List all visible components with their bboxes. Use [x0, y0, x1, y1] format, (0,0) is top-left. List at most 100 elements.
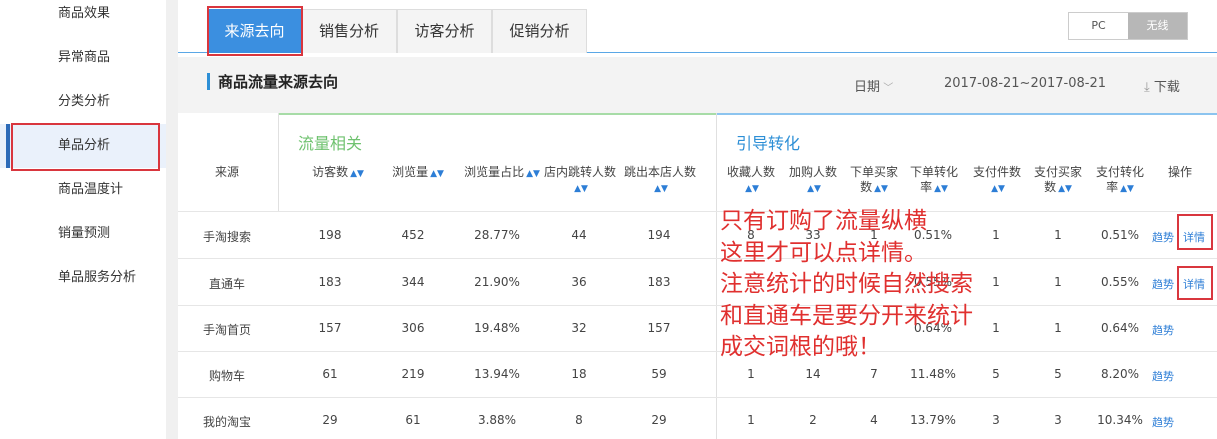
cell-pv: 219: [401, 367, 425, 381]
section-title: 商品流量来源去向: [218, 73, 339, 91]
divider: [716, 113, 717, 439]
tab-bar: 来源去向 销售分析 访客分析 促销分析 PC 无线: [178, 0, 1217, 53]
cell-source: 购物车: [208, 369, 245, 383]
header-exit[interactable]: 跳出本店人数 ▲▼: [620, 165, 700, 197]
annotation-note: 只有订购了流量纵横 这里才可以点详情。 注意统计的时候自然搜索 和直通车是要分开…: [720, 206, 1050, 364]
cell-pv-share: 3.88%: [477, 413, 517, 427]
trend-link[interactable]: 趋势: [1150, 229, 1176, 245]
header-pay-items[interactable]: 支付件数 ▲▼: [968, 165, 1026, 197]
sort-icon: ▲▼: [745, 184, 759, 194]
sidebar: 商品效果 异常商品 分类分析 单品分析 商品温度计 销量预测 单品服务分析: [0, 0, 166, 439]
trend-link[interactable]: 趋势: [1150, 414, 1176, 430]
header-pay-buyers[interactable]: 支付买家数 ▲▼: [1030, 165, 1086, 197]
sort-icon: ▲▼: [1058, 184, 1072, 194]
cell-jump: 36: [571, 275, 587, 289]
header-order-rate[interactable]: 下单转化率 ▲▼: [906, 165, 962, 197]
cell-pay-items: 3: [992, 413, 1000, 427]
cell-pv: 452: [401, 228, 425, 242]
row-divider: [178, 258, 1217, 259]
sort-icon: ▲▼: [430, 169, 444, 179]
cell-cart: 2: [809, 413, 817, 427]
annotation-line: 成交词根的哦！: [720, 334, 881, 360]
cell-pv-share: 13.94%: [474, 367, 520, 381]
cell-order-rate: 13.79%: [910, 413, 956, 427]
cell-orders: 7: [870, 367, 878, 381]
cell-visitors: 198: [318, 228, 342, 242]
tab-source-destination[interactable]: 来源去向: [208, 9, 301, 53]
sidebar-item-single-product-analysis[interactable]: 单品分析: [0, 124, 166, 168]
cell-jump: 8: [575, 413, 583, 427]
sidebar-item-category-analysis[interactable]: 分类分析: [0, 80, 166, 124]
annotation-line: 和直通车是要分开来统计: [720, 302, 973, 329]
annotation-line: 注意统计的时候自然搜索: [720, 271, 973, 297]
header-cart[interactable]: 加购人数 ▲▼: [782, 165, 844, 197]
header-order-buyers[interactable]: 下单买家数 ▲▼: [846, 165, 902, 197]
annotation-line: 只有订购了流量纵横: [720, 208, 927, 234]
conversion-group-line: [716, 113, 1217, 115]
detail-link[interactable]: 详情: [1179, 229, 1209, 245]
header-pay-rate[interactable]: 支付转化率 ▲▼: [1092, 165, 1148, 197]
detail-link[interactable]: 详情: [1179, 276, 1209, 292]
header-ops: 操作: [1167, 165, 1192, 179]
cell-source: 手淘搜索: [202, 230, 251, 244]
date-picker[interactable]: 日期 ﹀: [854, 76, 893, 95]
trend-link[interactable]: 趋势: [1150, 368, 1176, 384]
cell-exit: 183: [647, 275, 671, 289]
trend-link[interactable]: 趋势: [1150, 322, 1176, 338]
pc-toggle-button[interactable]: PC: [1069, 13, 1128, 39]
cell-fav: 1: [747, 367, 755, 381]
conversion-group-label: 引导转化: [736, 134, 801, 153]
cell-pay-buyers: 5: [1054, 367, 1062, 381]
cell-pay-rate: 8.20%: [1100, 367, 1140, 381]
cell-exit: 194: [647, 228, 671, 242]
cell-pay-rate: 10.34%: [1097, 413, 1143, 427]
tab-sales-analysis[interactable]: 销售分析: [301, 9, 397, 53]
header-source: 来源: [214, 165, 239, 179]
download-icon: ⤓: [1144, 80, 1154, 95]
cell-exit: 157: [647, 321, 671, 335]
header-fav[interactable]: 收藏人数 ▲▼: [720, 165, 782, 197]
annotation-line: 这里才可以点详情。: [720, 239, 927, 266]
cell-jump: 32: [571, 321, 587, 335]
download-button[interactable]: ⤓ 下载: [1144, 76, 1180, 95]
tab-visitor-analysis[interactable]: 访客分析: [397, 9, 492, 53]
cell-pv-share: 19.48%: [474, 321, 520, 335]
sidebar-item-product-thermometer[interactable]: 商品温度计: [0, 168, 166, 212]
cell-visitors: 29: [322, 413, 338, 427]
tab-promotion-analysis[interactable]: 促销分析: [492, 9, 587, 53]
row-divider: [178, 211, 1217, 212]
header-visitors[interactable]: 访客数 ▲▼: [298, 165, 378, 182]
cell-exit: 29: [651, 413, 667, 427]
sidebar-item-abnormal-products[interactable]: 异常商品: [0, 36, 166, 80]
cell-visitors: 61: [322, 367, 338, 381]
sidebar-item-product-effect[interactable]: 商品效果: [0, 0, 166, 36]
sidebar-item-product-service-analysis[interactable]: 单品服务分析: [0, 256, 166, 300]
cell-source: 手淘首页: [202, 323, 251, 337]
cell-order-rate: 11.48%: [910, 367, 956, 381]
cell-pay-rate: 0.51%: [1100, 228, 1140, 242]
date-range: 2017-08-21~2017-08-21: [944, 76, 1106, 91]
cell-fav: 1: [747, 413, 755, 427]
trend-link[interactable]: 趋势: [1150, 276, 1176, 292]
header-pv-share[interactable]: 浏览量占比 ▲▼: [458, 165, 546, 182]
sort-icon: ▲▼: [807, 184, 821, 194]
device-toggle: PC 无线: [1068, 12, 1188, 40]
header-pv[interactable]: 浏览量 ▲▼: [378, 165, 458, 182]
cell-orders: 4: [870, 413, 878, 427]
sort-icon: ▲▼: [934, 184, 948, 194]
sort-icon: ▲▼: [874, 184, 888, 194]
cell-jump: 18: [571, 367, 587, 381]
row-divider: [178, 397, 1217, 398]
header-internal-jump[interactable]: 店内跳转人数 ▲▼: [540, 165, 620, 197]
download-label: 下载: [1153, 80, 1180, 95]
sort-icon: ▲▼: [350, 169, 364, 179]
divider: [278, 113, 279, 212]
wireless-toggle-button[interactable]: 无线: [1128, 13, 1187, 39]
cell-visitors: 183: [318, 275, 342, 289]
sidebar-item-sales-forecast[interactable]: 销量预测: [0, 212, 166, 256]
date-label: 日期: [854, 80, 881, 95]
cell-pv: 306: [401, 321, 425, 335]
cell-jump: 44: [571, 228, 587, 242]
chevron-down-icon: ﹀: [880, 83, 894, 94]
section-accent-bar: [207, 73, 210, 90]
